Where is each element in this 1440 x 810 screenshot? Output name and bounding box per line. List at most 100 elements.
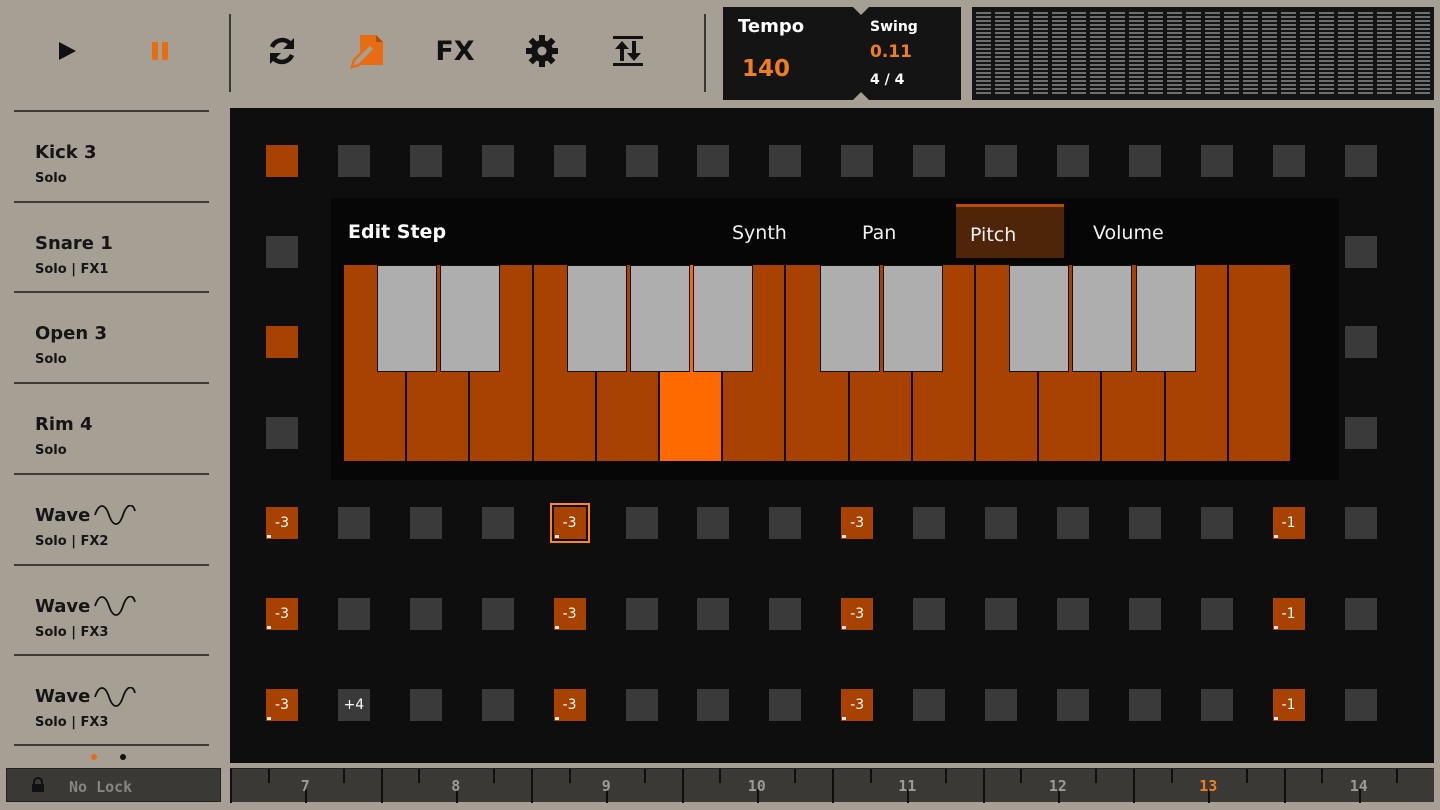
step-cell[interactable]: -3 xyxy=(841,507,874,540)
step-cell[interactable] xyxy=(337,598,370,630)
black-key[interactable] xyxy=(440,265,501,372)
ruler-bar-number[interactable]: 8 xyxy=(436,777,476,795)
step-cell[interactable] xyxy=(481,688,514,721)
step-cell[interactable] xyxy=(1128,688,1161,721)
play-button[interactable] xyxy=(42,26,92,76)
step-cell[interactable]: -1 xyxy=(1272,598,1305,630)
black-key[interactable] xyxy=(819,265,880,372)
step-cell[interactable] xyxy=(1128,145,1161,177)
step-cell[interactable] xyxy=(266,416,298,449)
pause-button[interactable] xyxy=(135,26,185,76)
step-cell[interactable] xyxy=(409,598,442,630)
track-item[interactable]: Snare 1 Solo | FX1 xyxy=(14,200,209,291)
step-cell[interactable] xyxy=(913,145,946,177)
track-item[interactable]: Open 3 Solo xyxy=(14,291,209,381)
step-cell[interactable] xyxy=(697,507,730,540)
step-cell[interactable] xyxy=(1056,507,1089,540)
step-cell[interactable]: -3 xyxy=(266,598,298,630)
step-cell[interactable] xyxy=(1344,235,1377,268)
step-cell[interactable] xyxy=(1344,326,1377,359)
step-cell[interactable]: -3 xyxy=(266,507,298,540)
black-key[interactable] xyxy=(630,265,690,372)
black-key[interactable] xyxy=(1135,265,1196,372)
fx-button[interactable]: FX xyxy=(430,26,480,76)
edit-pattern-button[interactable] xyxy=(343,26,393,76)
step-cell[interactable] xyxy=(625,507,658,540)
step-cell[interactable] xyxy=(1272,145,1305,177)
track-item[interactable]: Wave Solo | FX3 xyxy=(14,563,209,654)
step-cell[interactable] xyxy=(625,688,658,721)
swing-value[interactable]: 0.11 xyxy=(870,42,912,62)
step-cell[interactable] xyxy=(625,145,658,177)
step-cell[interactable] xyxy=(697,598,730,630)
step-cell[interactable] xyxy=(337,507,370,540)
step-cell[interactable] xyxy=(1056,145,1089,177)
loop-button[interactable] xyxy=(257,26,307,76)
step-cell[interactable] xyxy=(266,235,298,268)
step-cell[interactable] xyxy=(913,507,946,540)
lock-toggle[interactable]: No Lock xyxy=(6,768,221,802)
ruler-bar-number[interactable]: 14 xyxy=(1339,777,1379,795)
step-cell[interactable] xyxy=(769,507,802,540)
tab-pan[interactable]: Pan xyxy=(862,204,896,258)
step-cell[interactable]: -3 xyxy=(841,688,874,721)
ruler-bar-number[interactable]: 9 xyxy=(586,777,626,795)
step-cell[interactable] xyxy=(1344,145,1377,177)
ruler-bar-number[interactable]: 7 xyxy=(285,777,325,795)
bar-ruler[interactable]: 7 8 9 10 11 12 13 14 xyxy=(230,768,1434,803)
step-cell[interactable] xyxy=(409,145,442,177)
step-cell[interactable]: +4 xyxy=(337,688,370,721)
ruler-bar-number[interactable]: 11 xyxy=(887,777,927,795)
step-cell[interactable] xyxy=(266,145,298,177)
step-cell[interactable] xyxy=(913,598,946,630)
step-cell[interactable] xyxy=(337,145,370,177)
page-dot-active[interactable] xyxy=(91,754,97,760)
step-cell[interactable] xyxy=(1200,688,1233,721)
step-cell[interactable] xyxy=(1128,598,1161,630)
black-key[interactable] xyxy=(693,265,754,372)
black-key[interactable] xyxy=(377,265,438,372)
step-cell[interactable] xyxy=(1200,507,1233,540)
step-cell[interactable] xyxy=(553,145,586,177)
black-key[interactable] xyxy=(1009,265,1070,372)
ruler-bar-number[interactable]: 10 xyxy=(737,777,777,795)
settings-button[interactable] xyxy=(517,26,567,76)
tab-synth[interactable]: Synth xyxy=(732,204,787,258)
track-item[interactable]: Wave Solo | FX2 xyxy=(14,472,209,563)
step-cell[interactable] xyxy=(1056,598,1089,630)
track-item[interactable]: Kick 3 Solo xyxy=(14,110,209,200)
step-cell[interactable] xyxy=(481,598,514,630)
step-cell[interactable] xyxy=(266,326,298,359)
track-item[interactable]: Rim 4 Solo xyxy=(14,382,209,472)
step-cell[interactable] xyxy=(1344,507,1377,540)
sort-button[interactable] xyxy=(603,26,653,76)
step-cell[interactable] xyxy=(985,507,1017,540)
step-cell[interactable] xyxy=(841,145,874,177)
step-cell[interactable] xyxy=(769,598,802,630)
step-cell[interactable]: -3 xyxy=(266,688,298,721)
step-cell[interactable] xyxy=(1344,416,1377,449)
track-item[interactable]: Wave Solo | FX3 xyxy=(14,654,209,744)
step-cell[interactable] xyxy=(1344,688,1377,721)
white-key[interactable] xyxy=(1228,265,1292,461)
tab-pitch[interactable]: Pitch xyxy=(956,204,1064,258)
step-cell[interactable]: -3 xyxy=(549,503,590,544)
black-key[interactable] xyxy=(882,265,943,372)
step-cell[interactable] xyxy=(985,145,1017,177)
ruler-bar-number[interactable]: 12 xyxy=(1038,777,1078,795)
step-cell[interactable]: -3 xyxy=(841,598,874,630)
step-cell[interactable] xyxy=(697,145,730,177)
step-cell[interactable] xyxy=(1200,598,1233,630)
black-key[interactable] xyxy=(1072,265,1133,372)
step-cell[interactable]: -1 xyxy=(1272,507,1305,540)
step-cell[interactable] xyxy=(625,598,658,630)
tab-volume[interactable]: Volume xyxy=(1093,204,1164,258)
step-cell[interactable]: -3 xyxy=(553,598,586,630)
time-signature[interactable]: 4 / 4 xyxy=(870,72,904,88)
tempo-panel[interactable]: Tempo 140 Swing 0.11 4 / 4 xyxy=(723,7,961,100)
step-cell[interactable] xyxy=(1056,688,1089,721)
step-cell[interactable] xyxy=(985,598,1017,630)
page-dot[interactable] xyxy=(120,754,126,760)
tempo-value[interactable]: 140 xyxy=(742,56,790,82)
step-cell[interactable] xyxy=(409,507,442,540)
